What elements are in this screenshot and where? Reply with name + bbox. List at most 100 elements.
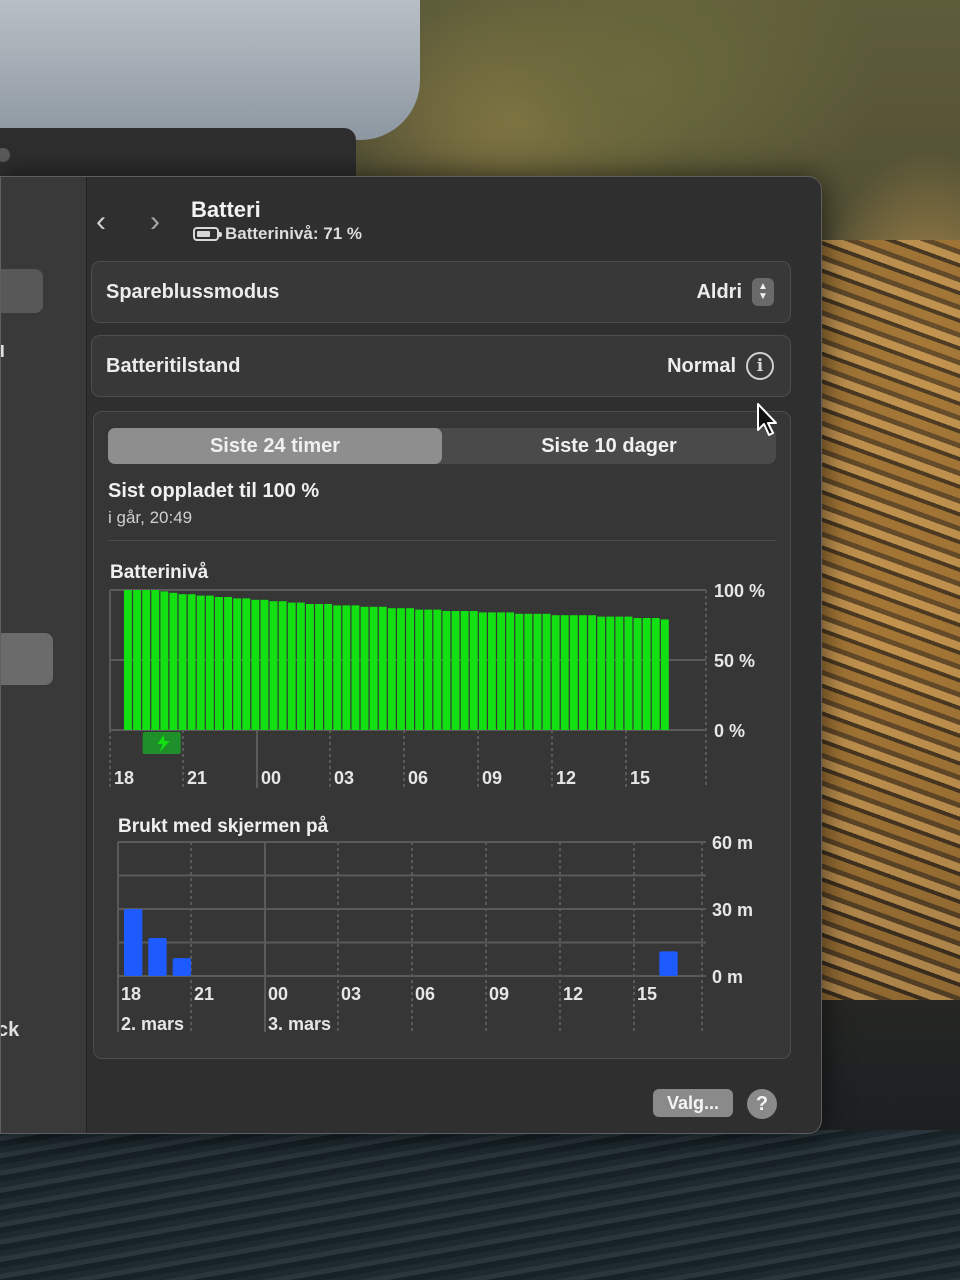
up-down-chevron-icon[interactable]: ▲ ▼ bbox=[752, 278, 774, 306]
battery-level-bar bbox=[606, 616, 615, 730]
battery-level-bar bbox=[124, 590, 132, 730]
options-button[interactable]: Valg... bbox=[653, 1089, 733, 1117]
battery-level-bar bbox=[169, 592, 178, 730]
battery-level-bar bbox=[369, 606, 378, 730]
low-power-mode-select[interactable]: Aldri ▲ ▼ bbox=[696, 278, 774, 306]
battery-level-bar bbox=[306, 604, 314, 730]
battery-level-bar bbox=[205, 595, 214, 730]
screen-date-label: 3. mars bbox=[268, 1014, 331, 1034]
battery-level-bar bbox=[506, 612, 515, 730]
battery-level-bar bbox=[451, 611, 460, 730]
screen-x-tick-label: 09 bbox=[489, 984, 509, 1004]
usage-charts: 18 21 00 03 06 09 12 15 100 % 50 % 0 % 18 21 00 03 06 09… bbox=[109, 581, 765, 1034]
battery-level-bar bbox=[360, 606, 369, 730]
battery-level-bar bbox=[269, 601, 278, 730]
battery-level-bar bbox=[651, 618, 660, 730]
sidebar-item[interactable] bbox=[1, 269, 43, 313]
battery-level-bar bbox=[342, 605, 351, 730]
battery-y-tick-label: 50 % bbox=[714, 651, 755, 671]
battery-level-bar bbox=[597, 616, 606, 730]
battery-level-subtitle: Batterinivå: 71 % bbox=[193, 224, 362, 244]
screen-x-tick-label: 18 bbox=[121, 984, 141, 1004]
window-control-dot[interactable] bbox=[0, 148, 10, 162]
screen-y-tick-label: 30 m bbox=[712, 900, 753, 920]
battery-health-row: Batteritilstand Normal i bbox=[91, 335, 791, 397]
chevron-right-icon[interactable]: › bbox=[141, 207, 169, 239]
settings-window: ı ck ‹ › Batteri Batterinivå: 71 % Spare… bbox=[0, 176, 822, 1134]
low-power-mode-label: Spareblussmodus bbox=[106, 280, 280, 303]
battery-level-bar bbox=[615, 616, 624, 730]
battery-level-bar bbox=[533, 613, 542, 730]
battery-level-bar bbox=[524, 613, 533, 730]
battery-level-bar bbox=[460, 611, 469, 730]
sidebar-item-selected[interactable] bbox=[1, 633, 53, 685]
screen-x-tick-label: 03 bbox=[341, 984, 361, 1004]
battery-level-bar bbox=[160, 591, 169, 730]
usage-panel: Siste 24 timer Siste 10 dager Sist oppla… bbox=[93, 411, 791, 1059]
battery-x-tick-label: 12 bbox=[556, 768, 576, 788]
screen-y-tick-label: 60 m bbox=[712, 833, 753, 853]
battery-level-bar bbox=[497, 612, 505, 730]
screen-x-tick-label: 06 bbox=[415, 984, 435, 1004]
battery-health-label: Batteritilstand bbox=[106, 354, 241, 377]
sidebar-item-fragment: ı bbox=[1, 337, 7, 361]
battery-level-bar bbox=[560, 615, 569, 730]
battery-level-bar bbox=[151, 590, 160, 730]
wallpaper-cliff bbox=[800, 240, 960, 1000]
battery-level-bar bbox=[233, 598, 242, 730]
screen-x-tick-label: 00 bbox=[268, 984, 288, 1004]
battery-level-bar bbox=[333, 605, 342, 730]
battery-level-bar bbox=[324, 604, 333, 730]
sidebar: ı ck bbox=[1, 177, 87, 1133]
low-power-mode-value[interactable]: Aldri bbox=[696, 281, 742, 304]
wallpaper-sea bbox=[0, 1130, 960, 1280]
page-title: Batteri bbox=[191, 197, 261, 222]
battery-level-bar bbox=[488, 612, 496, 730]
screen-time-bar bbox=[124, 909, 143, 976]
battery-level-bar bbox=[569, 615, 578, 730]
battery-level-bar bbox=[142, 590, 151, 730]
battery-level-bar bbox=[296, 602, 305, 730]
battery-level-bar bbox=[215, 597, 223, 730]
screen-time-bar bbox=[148, 938, 167, 976]
battery-level-bar bbox=[424, 609, 433, 730]
battery-level-bar bbox=[542, 613, 551, 730]
info-icon[interactable]: i bbox=[746, 352, 774, 380]
help-button[interactable]: ? bbox=[747, 1089, 777, 1119]
wallpaper-sky bbox=[0, 0, 420, 140]
sidebar-item-fragment: ck bbox=[1, 1019, 20, 1041]
battery-y-tick-label: 100 % bbox=[714, 581, 765, 601]
battery-level-bar bbox=[515, 613, 524, 730]
battery-level-bar bbox=[187, 594, 196, 730]
screen-time-bar bbox=[659, 951, 678, 976]
screen-x-tick-label: 21 bbox=[194, 984, 214, 1004]
battery-level-bar bbox=[378, 606, 387, 730]
battery-level-bar bbox=[551, 615, 560, 730]
chevron-left-icon[interactable]: ‹ bbox=[87, 207, 115, 239]
mouse-pointer-icon bbox=[757, 403, 777, 436]
battery-level-bar bbox=[642, 618, 651, 730]
battery-level-bar bbox=[633, 618, 642, 730]
battery-level-text: Batterinivå: 71 % bbox=[225, 224, 362, 243]
battery-level-bar bbox=[442, 611, 451, 730]
battery-x-tick-label: 15 bbox=[630, 768, 650, 788]
battery-level-bar bbox=[624, 616, 633, 730]
low-power-mode-row: Spareblussmodus Aldri ▲ ▼ bbox=[91, 261, 791, 323]
battery-level-bar bbox=[588, 615, 596, 730]
battery-x-tick-label: 21 bbox=[187, 768, 207, 788]
battery-pane: ‹ › Batteri Batterinivå: 71 % Sparebluss… bbox=[87, 177, 821, 1133]
battery-level-bar bbox=[660, 619, 669, 730]
battery-level-bar bbox=[315, 604, 323, 730]
battery-level-bar bbox=[397, 608, 405, 730]
battery-level-bar bbox=[260, 599, 269, 730]
battery-x-tick-label: 18 bbox=[114, 768, 134, 788]
battery-level-bar bbox=[351, 605, 360, 730]
battery-level-bar bbox=[387, 608, 396, 730]
battery-level-bar bbox=[278, 601, 287, 730]
screen-x-tick-label: 15 bbox=[637, 984, 657, 1004]
battery-icon bbox=[193, 227, 222, 241]
battery-level-bar bbox=[242, 598, 251, 730]
battery-level-bar bbox=[133, 590, 141, 730]
battery-level-bar bbox=[178, 594, 187, 730]
screen-y-tick-label: 0 m bbox=[712, 967, 743, 987]
